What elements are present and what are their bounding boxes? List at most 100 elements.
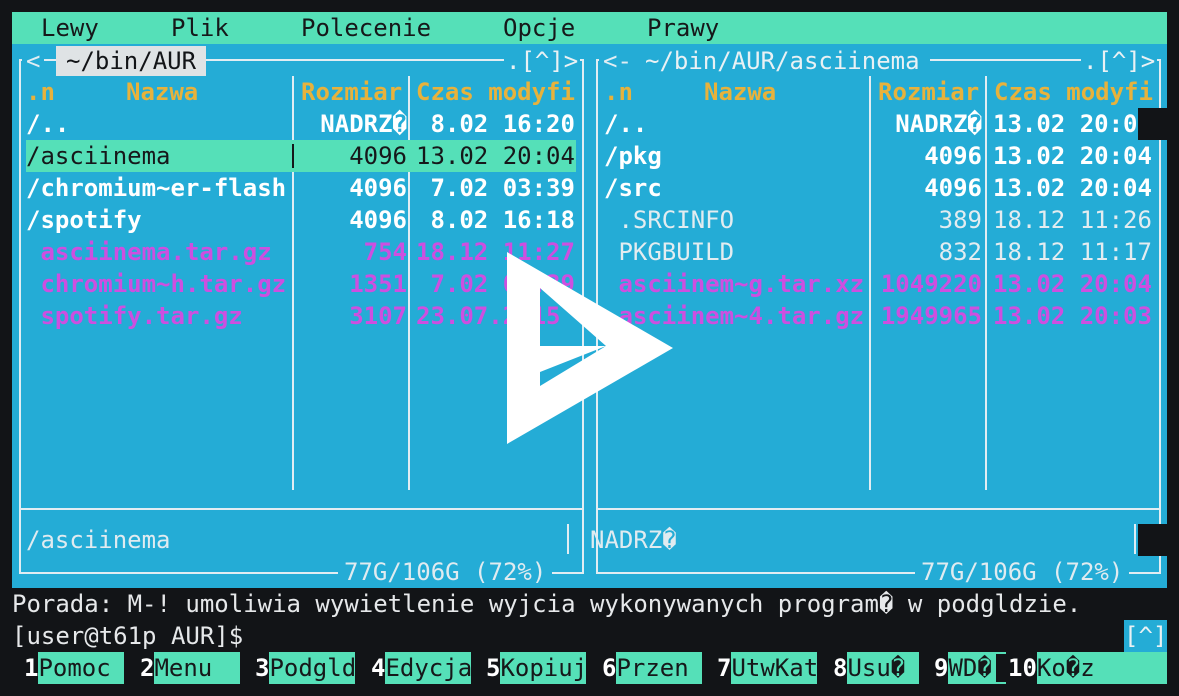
file-row[interactable]: /.. NADRZ� 8.02 16:20 <box>26 108 576 140</box>
shell-prompt[interactable]: [user@t61p AUR]$ <box>12 620 243 652</box>
right-panel[interactable]: <- ~/bin/AUR/asciinema .[^]> .n Nazwa Ro… <box>590 44 1167 588</box>
file-row[interactable]: .SRCINFO 389 18.12 11:26 <box>604 204 1154 236</box>
file-row[interactable]: /spotify 4096 8.02 16:18 <box>26 204 576 236</box>
left-panel-path[interactable]: ~/bin/AUR <box>56 46 207 76</box>
file-size: 389 <box>938 206 982 234</box>
file-row[interactable]: asciinem~4.tar.gz 1949965 13.02 20:03 <box>604 300 1154 332</box>
file-row[interactable]: /.. NADRZ� 13.02 20:03 <box>604 108 1154 140</box>
file-time: 23.07.2015 <box>416 302 561 330</box>
right-status-separator <box>598 508 1159 510</box>
file-name: spotify.tar.gz <box>26 302 243 330</box>
function-key-bar: 1Pomoc 2Menu 3Podgld 4Edycja 5Kopiuj 6Pr… <box>12 652 1167 684</box>
file-row[interactable]: /pkg 4096 13.02 20:04 <box>604 140 1154 172</box>
file-size: 4096 <box>349 174 407 202</box>
file-name: .SRCINFO <box>604 206 735 234</box>
file-row[interactable]: chromium~h.tar.gz 1351 7.02 03:39 <box>26 268 576 300</box>
file-name: /.. <box>26 110 70 138</box>
file-time: 13.02 20:03 <box>993 302 1152 330</box>
file-row[interactable]: spotify.tar.gz 3107 23.07.2015 <box>26 300 576 332</box>
menu-opcje[interactable]: Opcje <box>503 12 575 44</box>
right-header-name[interactable]: Nazwa <box>704 76 776 108</box>
fkey-2[interactable]: 2Menu <box>128 652 241 684</box>
file-time: 7.02 03:39 <box>416 270 575 298</box>
file-time: 18.12 11:17 <box>993 238 1152 266</box>
menu-bar: Lewy Plik Polecenie Opcje Prawy <box>12 12 1167 44</box>
left-panel-history[interactable]: .[^]> <box>504 46 581 76</box>
file-size: 4096 <box>924 174 982 202</box>
menu-prawy[interactable]: Prawy <box>647 12 719 44</box>
file-size: 1049220 <box>880 270 982 298</box>
right-status-divider <box>1134 524 1136 554</box>
file-name: asciinem~4.tar.gz <box>604 302 865 330</box>
left-header-name[interactable]: Nazwa <box>126 76 198 108</box>
menu-plik[interactable]: Plik <box>171 12 229 44</box>
file-row[interactable]: asciinem~g.tar.xz 1049220 13.02 20:04 <box>604 268 1154 300</box>
left-status-divider <box>567 524 569 554</box>
left-header-time[interactable]: Czas modyfi <box>416 76 575 108</box>
fkey-9[interactable]: 9WD� <box>922 652 1007 684</box>
fkey-10[interactable]: 10Ko�z <box>996 652 1167 684</box>
fkey-5[interactable]: 5Kopiuj <box>474 652 587 684</box>
fkey-3[interactable]: 3Podgld <box>243 652 356 684</box>
file-name: asciinem~g.tar.xz <box>604 270 865 298</box>
fkey-8[interactable]: 8Usu� <box>821 652 920 684</box>
file-row[interactable]: /src 4096 13.02 20:04 <box>604 172 1154 204</box>
right-header-time[interactable]: Czas modyfi <box>994 76 1153 108</box>
file-size: 3107 <box>349 302 407 330</box>
file-size: NADRZ� <box>320 110 407 138</box>
right-disk-usage: 77G/106G (72%) <box>915 556 1130 588</box>
left-status-separator <box>21 508 582 510</box>
file-size: 1949965 <box>880 302 982 330</box>
fkey-7[interactable]: 7UtwKat <box>705 652 818 684</box>
file-time: 8.02 16:20 <box>416 110 575 138</box>
hint-line: Porada: M-! umoliwia wywietlenie wyjcia … <box>12 590 1082 618</box>
file-name: /src <box>604 174 662 202</box>
file-time: 13.02 20:04 <box>993 142 1152 170</box>
file-name: /pkg <box>604 142 662 170</box>
file-row[interactable]: /asciinema 4096 13.02 20:04 <box>26 140 576 172</box>
file-size: NADRZ� <box>895 110 982 138</box>
file-time: 8.02 16:18 <box>416 206 575 234</box>
right-status: NADRZ� <box>590 526 677 554</box>
file-size: 4096 <box>349 206 407 234</box>
cursor-divider <box>292 144 294 168</box>
file-size: 4096 <box>924 142 982 170</box>
file-time: 18.12 11:27 <box>416 238 575 266</box>
left-status: /asciinema <box>26 526 171 554</box>
right-status-block <box>1138 524 1167 556</box>
file-row[interactable]: asciinema.tar.gz 754 18.12 11:27 <box>26 236 576 268</box>
file-size: 754 <box>363 238 407 266</box>
fkey-1[interactable]: 1Pomoc <box>12 652 125 684</box>
file-row[interactable]: /chromium~er-flash 4096 7.02 03:39 <box>26 172 576 204</box>
file-time: 13.02 20:04 <box>416 142 575 170</box>
left-header-size[interactable]: Rozmiar <box>301 76 402 108</box>
right-scroll-block <box>1138 108 1167 140</box>
menu-polecenie[interactable]: Polecenie <box>301 12 431 44</box>
right-panel-history[interactable]: .[^]> <box>1081 46 1158 76</box>
file-name: /asciinema <box>26 142 171 170</box>
menu-lewy[interactable]: Lewy <box>41 12 99 44</box>
file-time: 13.02 20:04 <box>993 174 1152 202</box>
file-name: asciinema.tar.gz <box>26 238 272 266</box>
file-name: /.. <box>604 110 648 138</box>
file-time: 7.02 03:39 <box>416 174 575 202</box>
file-time: 18.12 11:26 <box>993 206 1152 234</box>
left-panel[interactable]: < ~/bin/AUR .[^]> .n Nazwa Rozmiar Czas … <box>12 44 590 588</box>
left-disk-usage: 77G/106G (72%) <box>338 556 553 588</box>
file-time: 13.02 20:04 <box>993 270 1152 298</box>
file-name: chromium~h.tar.gz <box>26 270 287 298</box>
fkey-6[interactable]: 6Przen <box>590 652 703 684</box>
file-row[interactable]: PKGBUILD 832 18.12 11:17 <box>604 236 1154 268</box>
right-header-sort[interactable]: .n <box>604 76 633 108</box>
fkey-4[interactable]: 4Edycja <box>359 652 472 684</box>
right-header-size[interactable]: Rozmiar <box>878 76 979 108</box>
prompt-history-button[interactable]: [^] <box>1124 620 1167 652</box>
left-panel-corner: < <box>22 46 45 76</box>
panels-area: < ~/bin/AUR .[^]> .n Nazwa Rozmiar Czas … <box>12 44 1167 588</box>
file-name: /spotify <box>26 206 142 234</box>
right-panel-path[interactable]: ~/bin/AUR/asciinema <box>635 46 930 76</box>
left-header-sort[interactable]: .n <box>26 76 55 108</box>
file-size: 1351 <box>349 270 407 298</box>
file-size: 832 <box>938 238 982 266</box>
file-name: PKGBUILD <box>604 238 735 266</box>
